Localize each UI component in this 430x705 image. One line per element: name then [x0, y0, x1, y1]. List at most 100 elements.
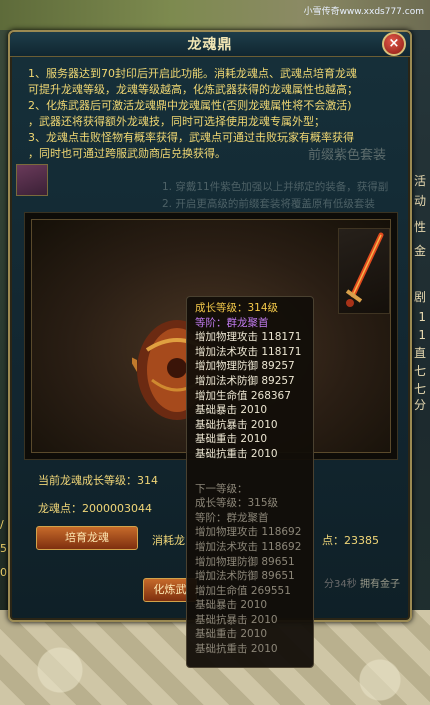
stat-label: 基础抗暴击	[195, 418, 248, 431]
stat-value: 2010	[247, 613, 278, 626]
stat-label: 基础重击	[195, 628, 237, 641]
stat-value: 2010	[237, 404, 268, 417]
background-panel-text: 1. 穿戴11件紫色加强以上并绑定的装备，获得副 2. 开启更高级的前缀套装将覆…	[162, 181, 389, 210]
side-text: 七	[413, 382, 426, 396]
tooltip-stat-row: 增加法术攻击 118692	[195, 540, 313, 555]
tooltip-stat-row: 成长等级：314级	[195, 301, 313, 316]
stat-value: 89651	[258, 555, 295, 568]
tooltip-stat-row: 等阶：群龙聚首	[195, 511, 313, 526]
tooltip-stat-row: 基础抗暴击 2010	[195, 418, 313, 433]
side-text: 金	[413, 244, 426, 258]
stat-label: 基础抗重击	[195, 447, 248, 460]
current-level-stats: 成长等级：314级 等阶：群龙聚首 增加物理攻击 118171 增加法术攻击 1181…	[195, 301, 313, 462]
timer-text: 分34秒	[324, 579, 357, 590]
tooltip-stat-row: 增加生命值 269551	[195, 584, 313, 599]
stat-value: 268367	[247, 389, 291, 402]
stat-value: 群龙聚首	[226, 511, 269, 524]
tooltip-stat-row: 增加法术攻击 118171	[195, 345, 313, 360]
stat-label: 增加物理攻击	[195, 526, 258, 539]
next-level-title: 下一等级：	[195, 482, 248, 495]
stat-value: 314级	[247, 302, 279, 314]
tooltip-stat-row: 增加物理防御 89651	[195, 555, 313, 570]
sword-icon	[345, 232, 384, 307]
watermark: 小雪传奇www.xxds777.com	[303, 7, 424, 17]
stat-value: 2010	[237, 599, 268, 612]
stat-label: 增加法术攻击	[195, 540, 258, 553]
next-level-stats: 成长等级：315级 等阶：群龙聚首 增加物理攻击 118692 增加法术攻击 1186…	[195, 496, 313, 657]
tooltip-stat-row: 等阶：群龙聚首	[195, 316, 313, 331]
level-tooltip: 成长等级：314级 等阶：群龙聚首 增加物理攻击 118171 增加法术攻击 1181…	[186, 296, 314, 668]
tooltip-stat-row: 基础重击 2010	[195, 432, 313, 447]
stat-label: 增加法术防御	[195, 374, 258, 387]
side-text: 性	[413, 220, 426, 234]
consume-label: 消耗龙	[152, 534, 185, 547]
stat-value: 2010	[247, 447, 278, 460]
dragon-soul-points: 龙魂点：2000003044	[38, 502, 152, 515]
side-text: 剧	[413, 290, 426, 304]
stat-value: 118692	[258, 540, 302, 553]
tooltip-stat-row: 基础抗重击 2010	[195, 642, 313, 657]
stat-value: 89257	[258, 360, 295, 373]
avatar	[16, 164, 48, 196]
stat-label: 基础抗暴击	[195, 613, 248, 626]
tooltip-stat-row: 增加法术防御 89651	[195, 569, 313, 584]
tooltip-stat-row: 增加生命值 268367	[195, 389, 313, 404]
stat-label: 增加物理防御	[195, 555, 258, 568]
stat-value: 118171	[258, 331, 302, 344]
tooltip-stat-row: 基础抗重击 2010	[195, 447, 313, 462]
stat-value: 2010	[237, 433, 268, 446]
weapon-slot[interactable]	[338, 228, 390, 314]
stat-value: 269551	[247, 584, 291, 597]
stat-value: 2010	[247, 418, 278, 431]
stat-label: 增加法术防御	[195, 570, 258, 583]
side-text: 1	[418, 328, 426, 342]
stat-label: 基础重击	[195, 433, 237, 446]
current-growth-level: 当前龙魂成长等级：314	[38, 474, 158, 487]
stat-value: 群龙聚首	[226, 316, 269, 329]
tooltip-stat-row: 增加物理防御 89257	[195, 359, 313, 374]
side-text: 七	[413, 364, 426, 378]
side-text: 5	[0, 542, 7, 555]
title-bar[interactable]: 龙魂鼎	[10, 32, 410, 57]
stat-label: 基础抗重击	[195, 643, 248, 656]
tooltip-stat-row: 基础暴击 2010	[195, 403, 313, 418]
tooltip-stat-row: 增加物理攻击 118692	[195, 525, 313, 540]
stat-label: 等阶：	[195, 316, 227, 329]
stat-value: 315级	[247, 497, 279, 510]
window-title: 龙魂鼎	[187, 37, 233, 53]
feature-description: 1、服务器达到70封印后开启此功能。消耗龙魂点、武魂点培育龙魂 可提升龙魂等级，…	[28, 67, 358, 160]
side-text: /	[0, 518, 4, 531]
stat-value: 89651	[258, 570, 295, 583]
tooltip-stat-row: 增加物理攻击 118171	[195, 330, 313, 345]
stat-label: 增加法术攻击	[195, 345, 258, 358]
stat-label: 增加物理攻击	[195, 331, 258, 344]
side-text: 动	[413, 194, 426, 208]
stat-label: 成长等级：	[195, 302, 248, 314]
stat-value: 89257	[258, 374, 295, 387]
stat-label: 基础暴击	[195, 599, 237, 612]
tooltip-stat-row: 成长等级：315级	[195, 496, 313, 511]
side-text: 活	[413, 174, 426, 188]
tooltip-stat-row: 增加法术防御 89257	[195, 374, 313, 389]
stat-label: 增加生命值	[195, 584, 248, 597]
side-text: 1	[418, 310, 426, 324]
stat-value: 2010	[247, 643, 278, 656]
stat-value: 118171	[258, 345, 302, 358]
stat-label: 增加物理防御	[195, 360, 258, 373]
owned-gold-label: 拥有金子	[360, 579, 400, 590]
side-text: 0	[0, 566, 7, 579]
side-text: 分	[413, 398, 426, 412]
tooltip-stat-row: 基础抗暴击 2010	[195, 613, 313, 628]
stat-label: 等阶：	[195, 511, 227, 524]
stat-label: 增加生命值	[195, 389, 248, 402]
close-button[interactable]: ×	[382, 32, 406, 56]
tooltip-stat-row: 基础暴击 2010	[195, 598, 313, 613]
side-text: 直	[413, 346, 426, 360]
stat-value: 2010	[237, 628, 268, 641]
stat-value: 118692	[258, 526, 302, 539]
tooltip-stat-row: 基础重击 2010	[195, 627, 313, 642]
cultivate-dragon-soul-button[interactable]: 培育龙魂	[36, 526, 138, 550]
stat-label: 基础暴击	[195, 404, 237, 417]
consume-value: 点：23385	[322, 534, 379, 547]
stat-label: 成长等级：	[195, 497, 248, 510]
